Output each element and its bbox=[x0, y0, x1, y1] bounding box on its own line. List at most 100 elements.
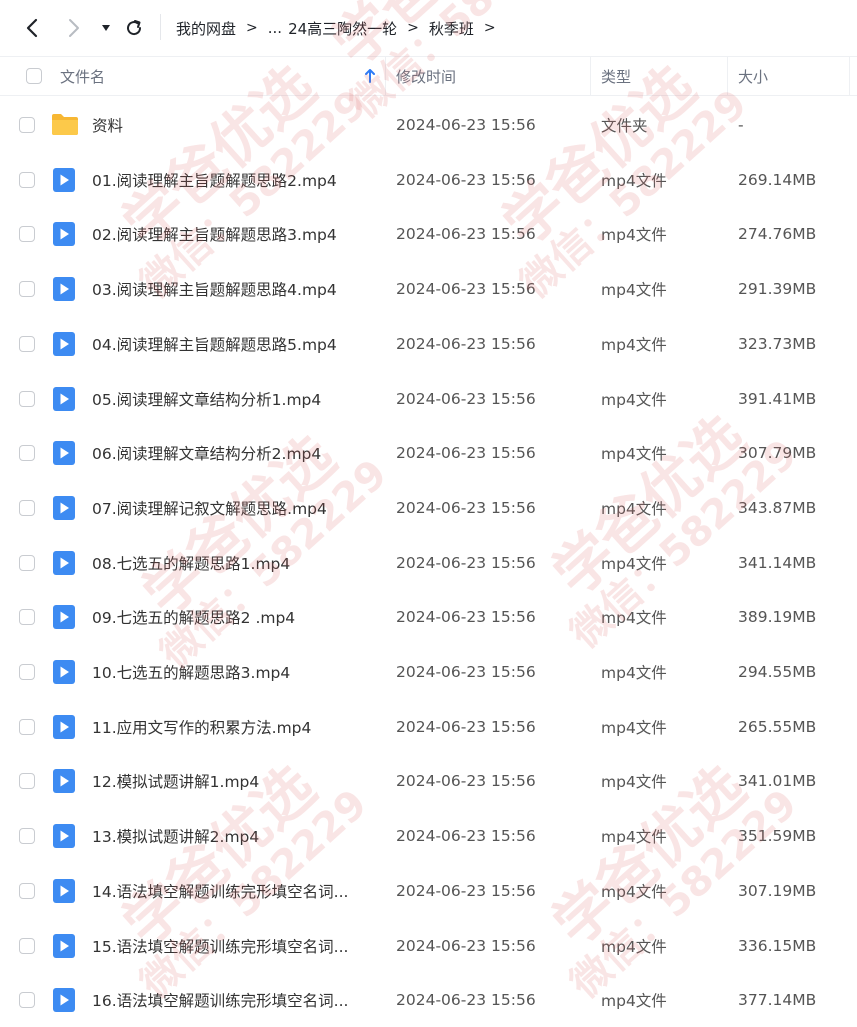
scrollbar[interactable] bbox=[850, 56, 857, 1024]
file-size: 265.55MB bbox=[738, 717, 817, 736]
file-modified-time: 2024-06-23 15:56 bbox=[396, 389, 536, 408]
row-checkbox[interactable] bbox=[19, 773, 35, 790]
file-name: 13.模拟试题讲解2.mp4 bbox=[92, 828, 260, 847]
row-checkbox[interactable] bbox=[19, 390, 35, 407]
file-size: 389.19MB bbox=[738, 608, 817, 627]
file-modified-time: 2024-06-23 15:56 bbox=[396, 334, 536, 353]
column-header-type[interactable]: 类型 bbox=[601, 57, 721, 95]
file-row[interactable]: 11.应用文写作的积累方法.mp4 2024-06-23 15:56 mp4文件… bbox=[0, 700, 857, 754]
file-list-header: 文件名 修改时间 类型 大小 bbox=[0, 56, 857, 96]
row-checkbox[interactable] bbox=[19, 718, 35, 735]
file-size: 269.14MB bbox=[738, 170, 817, 189]
row-checkbox[interactable] bbox=[19, 281, 35, 298]
breadcrumb-item-course[interactable]: 24高三陶然一轮 bbox=[288, 18, 397, 39]
file-row[interactable]: 09.七选五的解题思路2 .mp4 2024-06-23 15:56 mp4文件… bbox=[0, 590, 857, 644]
file-row[interactable]: 16.语法填空解题训练完形填空名词... 2024-06-23 15:56 mp… bbox=[0, 973, 857, 1027]
file-row[interactable]: 15.语法填空解题训练完形填空名词... 2024-06-23 15:56 mp… bbox=[0, 919, 857, 973]
row-checkbox[interactable] bbox=[19, 445, 35, 462]
file-row[interactable]: 14.语法填空解题训练完形填空名词... 2024-06-23 15:56 mp… bbox=[0, 864, 857, 918]
video-file-icon bbox=[53, 277, 75, 302]
column-divider bbox=[727, 57, 728, 95]
row-checkbox[interactable] bbox=[19, 171, 35, 188]
file-size: 274.76MB bbox=[738, 225, 817, 244]
column-header-name[interactable]: 文件名 bbox=[60, 57, 380, 95]
file-modified-time: 2024-06-23 15:56 bbox=[396, 608, 536, 627]
column-divider bbox=[385, 57, 386, 95]
video-file-icon bbox=[53, 660, 75, 684]
video-file-icon bbox=[53, 495, 75, 520]
row-checkbox[interactable] bbox=[19, 226, 35, 243]
file-size: 307.79MB bbox=[738, 444, 817, 463]
back-button[interactable] bbox=[20, 16, 44, 40]
file-row[interactable]: 12.模拟试题讲解1.mp4 2024-06-23 15:56 mp4文件 34… bbox=[0, 754, 857, 808]
row-checkbox[interactable] bbox=[19, 937, 35, 954]
breadcrumb-item-ellipsis[interactable]: ... bbox=[268, 19, 282, 37]
file-modified-time: 2024-06-23 15:56 bbox=[396, 717, 536, 736]
file-row[interactable]: 02.阅读理解主旨题解题思路3.mp4 2024-06-23 15:56 mp4… bbox=[0, 207, 857, 261]
file-modified-time: 2024-06-23 15:56 bbox=[396, 553, 536, 572]
breadcrumb-item-current[interactable]: 秋季班 bbox=[429, 18, 474, 39]
row-checkbox[interactable] bbox=[19, 882, 35, 899]
file-modified-time: 2024-06-23 15:56 bbox=[396, 827, 536, 846]
breadcrumb-separator: > bbox=[483, 20, 496, 36]
folder-icon bbox=[52, 114, 78, 135]
file-type: mp4文件 bbox=[601, 281, 667, 300]
sort-ascending-arrow-icon bbox=[365, 69, 375, 83]
row-checkbox[interactable] bbox=[19, 335, 35, 352]
file-type: mp4文件 bbox=[601, 773, 667, 792]
file-type: mp4文件 bbox=[601, 882, 667, 901]
file-row[interactable]: 01.阅读理解主旨题解题思路2.mp4 2024-06-23 15:56 mp4… bbox=[0, 153, 857, 207]
row-checkbox[interactable] bbox=[19, 117, 35, 133]
file-type: mp4文件 bbox=[601, 390, 667, 409]
row-checkbox[interactable] bbox=[19, 499, 35, 516]
column-header-modified[interactable]: 修改时间 bbox=[396, 57, 586, 95]
file-modified-time: 2024-06-23 15:56 bbox=[396, 444, 536, 463]
file-name: 03.阅读理解主旨题解题思路4.mp4 bbox=[92, 281, 337, 300]
file-row[interactable]: 10.七选五的解题思路3.mp4 2024-06-23 15:56 mp4文件 … bbox=[0, 645, 857, 699]
file-size: 377.14MB bbox=[738, 991, 817, 1010]
file-type: mp4文件 bbox=[601, 499, 667, 518]
video-file-icon bbox=[53, 331, 75, 356]
file-type: mp4文件 bbox=[601, 992, 667, 1011]
column-header-name-label: 文件名 bbox=[60, 67, 106, 86]
file-row[interactable]: 13.模拟试题讲解2.mp4 2024-06-23 15:56 mp4文件 35… bbox=[0, 809, 857, 863]
nav-divider bbox=[160, 14, 161, 40]
column-header-modified-label: 修改时间 bbox=[396, 67, 457, 86]
file-type: 文件夹 bbox=[601, 117, 648, 135]
file-type: mp4文件 bbox=[601, 171, 667, 190]
column-header-size[interactable]: 大小 bbox=[738, 57, 848, 95]
file-modified-time: 2024-06-23 15:56 bbox=[396, 280, 536, 299]
row-checkbox[interactable] bbox=[19, 664, 35, 680]
file-name: 16.语法填空解题训练完形填空名词... bbox=[92, 992, 349, 1011]
refresh-button[interactable] bbox=[122, 16, 146, 40]
file-row[interactable]: 04.阅读理解主旨题解题思路5.mp4 2024-06-23 15:56 mp4… bbox=[0, 317, 857, 371]
file-row[interactable]: 08.七选五的解题思路1.mp4 2024-06-23 15:56 mp4文件 … bbox=[0, 536, 857, 590]
history-dropdown-button[interactable] bbox=[94, 16, 118, 40]
file-size: 391.41MB bbox=[738, 389, 817, 408]
row-checkbox[interactable] bbox=[19, 554, 35, 571]
file-size: 291.39MB bbox=[738, 280, 817, 299]
refresh-icon bbox=[127, 20, 142, 36]
file-row[interactable]: 05.阅读理解文章结构分析1.mp4 2024-06-23 15:56 mp4文… bbox=[0, 372, 857, 426]
breadcrumb-item-root[interactable]: 我的网盘 bbox=[176, 18, 236, 39]
forward-button[interactable] bbox=[62, 16, 86, 40]
file-row[interactable]: 07.阅读理解记叙文解题思路.mp4 2024-06-23 15:56 mp4文… bbox=[0, 481, 857, 535]
video-file-icon bbox=[53, 167, 75, 192]
file-type: mp4文件 bbox=[601, 335, 667, 354]
file-modified-time: 2024-06-23 15:56 bbox=[396, 936, 536, 955]
file-modified-time: 2024-06-23 15:56 bbox=[396, 991, 536, 1010]
file-name: 02.阅读理解主旨题解题思路3.mp4 bbox=[92, 226, 337, 245]
file-row[interactable]: 03.阅读理解主旨题解题思路4.mp4 2024-06-23 15:56 mp4… bbox=[0, 262, 857, 316]
video-file-icon bbox=[53, 933, 75, 958]
file-type: mp4文件 bbox=[601, 609, 667, 628]
file-name: 10.七选五的解题思路3.mp4 bbox=[92, 664, 291, 682]
file-name: 04.阅读理解主旨题解题思路5.mp4 bbox=[92, 335, 337, 354]
select-all-checkbox[interactable] bbox=[26, 68, 42, 84]
row-checkbox[interactable] bbox=[19, 609, 35, 626]
file-row[interactable]: 资料 2024-06-23 15:56 文件夹 - bbox=[0, 98, 857, 152]
row-checkbox[interactable] bbox=[19, 828, 35, 845]
file-row[interactable]: 06.阅读理解文章结构分析2.mp4 2024-06-23 15:56 mp4文… bbox=[0, 426, 857, 480]
row-checkbox[interactable] bbox=[19, 992, 35, 1009]
file-size: 323.73MB bbox=[738, 334, 817, 353]
video-file-icon bbox=[53, 441, 75, 466]
